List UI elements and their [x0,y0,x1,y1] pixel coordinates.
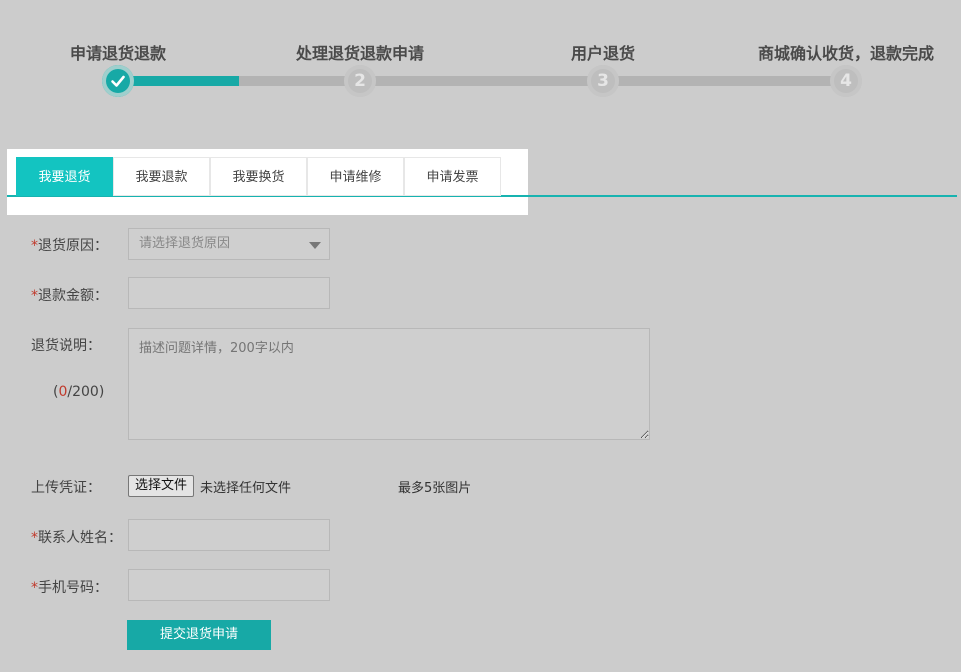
step-number-4: 4 [840,71,852,91]
reason-label-text: 退货原因： [38,238,108,254]
required-mark: * [31,580,38,596]
step-label-3: 用户退货 [570,44,636,63]
tab-exchange[interactable]: 我要换货 [210,157,307,196]
check-icon [111,75,125,87]
step-node-2: 2 [344,65,376,97]
step-node-1 [102,65,134,97]
phone-label: *手机号码： [31,577,108,597]
step-node-3: 3 [587,65,619,97]
step-number-2: 2 [354,71,366,91]
step-node-4: 4 [830,65,862,97]
tab-refund[interactable]: 我要退款 [113,157,210,196]
amount-label: *退款金额： [31,285,108,305]
file-status-text: 未选择任何文件 [200,481,292,496]
tab-repair[interactable]: 申请维修 [307,157,404,196]
contact-name-label-text: 联系人姓名： [38,530,122,546]
tab-return-goods[interactable]: 我要退货 [16,157,113,196]
step-label-1: 申请退货退款 [69,44,167,63]
progress-track-fill [118,76,239,86]
reason-select-placeholder: 请选择退货原因 [139,236,231,251]
submit-return-button[interactable]: 提交退货申请 [127,620,271,650]
upload-label: 上传凭证： [31,480,101,496]
required-mark: * [31,530,38,546]
progress-steps: 申请退货退款 处理退货退款申请 用户退货 商城确认收货，退款完成 2 3 4 [0,0,961,110]
upload-hint: 最多5张图片 [398,481,472,496]
description-counter: (0/200) [53,384,104,400]
step-label-4: 商城确认收货，退款完成 [757,44,935,63]
step-label-2: 处理退货退款申请 [295,44,425,63]
required-mark: * [31,288,38,304]
phone-input[interactable] [128,569,330,601]
contact-name-label: *联系人姓名： [31,527,122,547]
description-textarea[interactable] [128,328,650,440]
amount-label-text: 退款金额： [38,288,108,304]
counter-max: /200) [67,384,105,400]
contact-name-input[interactable] [128,519,330,551]
reason-label: *退货原因： [31,235,108,255]
amount-input[interactable] [128,277,330,309]
reason-select[interactable]: 请选择退货原因 [128,228,330,260]
description-label: 退货说明： [31,338,101,354]
required-mark: * [31,238,38,254]
caret-down-icon [309,242,321,249]
tab-invoice[interactable]: 申请发票 [404,157,501,196]
step-number-3: 3 [597,71,609,91]
choose-file-button[interactable]: 选择文件 [128,475,195,497]
phone-label-text: 手机号码： [38,580,108,596]
